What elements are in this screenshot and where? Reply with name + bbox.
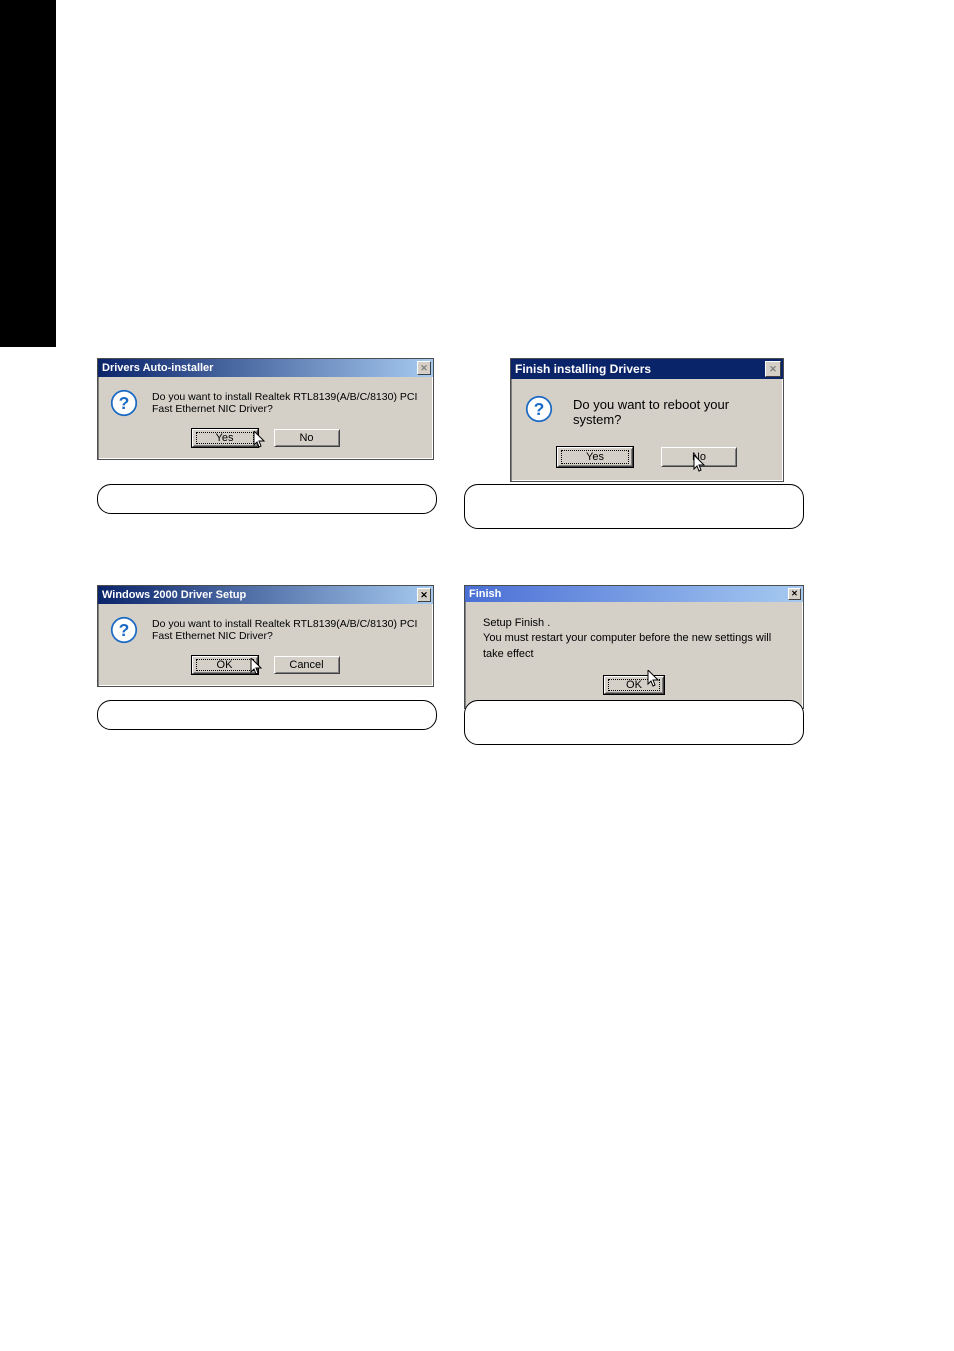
dialog-message: Do you want to install Realtek RTL8139(A… — [152, 618, 421, 642]
close-button[interactable]: ✕ — [417, 361, 431, 375]
dialog-body: Setup Finish . You must restart your com… — [465, 602, 803, 708]
close-button[interactable]: ✕ — [788, 588, 801, 600]
svg-text:?: ? — [534, 399, 545, 419]
svg-text:?: ? — [119, 620, 130, 640]
sidebar-black — [0, 0, 56, 347]
dialog-finish-installing: Finish installing Drivers ✕ ? Do you wan… — [510, 358, 784, 482]
caption-box — [464, 700, 804, 745]
yes-button[interactable]: Yes — [192, 429, 258, 447]
dialog-title: Drivers Auto-installer — [102, 362, 213, 374]
no-button[interactable]: No — [661, 447, 737, 467]
svg-text:?: ? — [119, 393, 130, 413]
dialog-title: Finish installing Drivers — [515, 362, 651, 376]
finish-message: Setup Finish . You must restart your com… — [475, 612, 793, 662]
title-bar: Finish ✕ — [465, 586, 803, 602]
question-icon: ? — [110, 616, 138, 644]
dialog-win2000-setup: Windows 2000 Driver Setup ✕ ? Do you wan… — [97, 585, 434, 687]
caption-box — [97, 484, 437, 514]
dialog-body: ? Do you want to reboot your system? Yes… — [511, 379, 783, 481]
close-button[interactable]: ✕ — [765, 361, 781, 377]
question-icon: ? — [110, 389, 138, 417]
dialog-finish: Finish ✕ Setup Finish . You must restart… — [464, 585, 804, 709]
dialog-body: ? Do you want to install Realtek RTL8139… — [98, 604, 433, 686]
close-button[interactable]: ✕ — [417, 588, 431, 602]
question-icon: ? — [525, 395, 559, 429]
title-bar: Finish installing Drivers ✕ — [511, 359, 783, 379]
yes-button[interactable]: Yes — [557, 447, 633, 467]
no-button[interactable]: No — [274, 429, 340, 447]
title-bar: Drivers Auto-installer ✕ — [98, 359, 433, 377]
ok-button[interactable]: OK — [604, 676, 664, 694]
dialog-body: ? Do you want to install Realtek RTL8139… — [98, 377, 433, 459]
finish-line2: You must restart your computer before th… — [483, 631, 793, 662]
caption-box — [464, 484, 804, 529]
dialog-message: Do you want to reboot your system? — [573, 397, 769, 427]
finish-line1: Setup Finish . — [483, 616, 793, 631]
caption-box — [97, 700, 437, 730]
title-bar: Windows 2000 Driver Setup ✕ — [98, 586, 433, 604]
dialog-drivers-auto-installer: Drivers Auto-installer ✕ ? Do you want t… — [97, 358, 434, 460]
dialog-message: Do you want to install Realtek RTL8139(A… — [152, 391, 421, 415]
dialog-title: Finish — [469, 588, 501, 600]
cancel-button[interactable]: Cancel — [274, 656, 340, 674]
ok-button[interactable]: OK — [192, 656, 258, 674]
dialog-title: Windows 2000 Driver Setup — [102, 589, 246, 601]
